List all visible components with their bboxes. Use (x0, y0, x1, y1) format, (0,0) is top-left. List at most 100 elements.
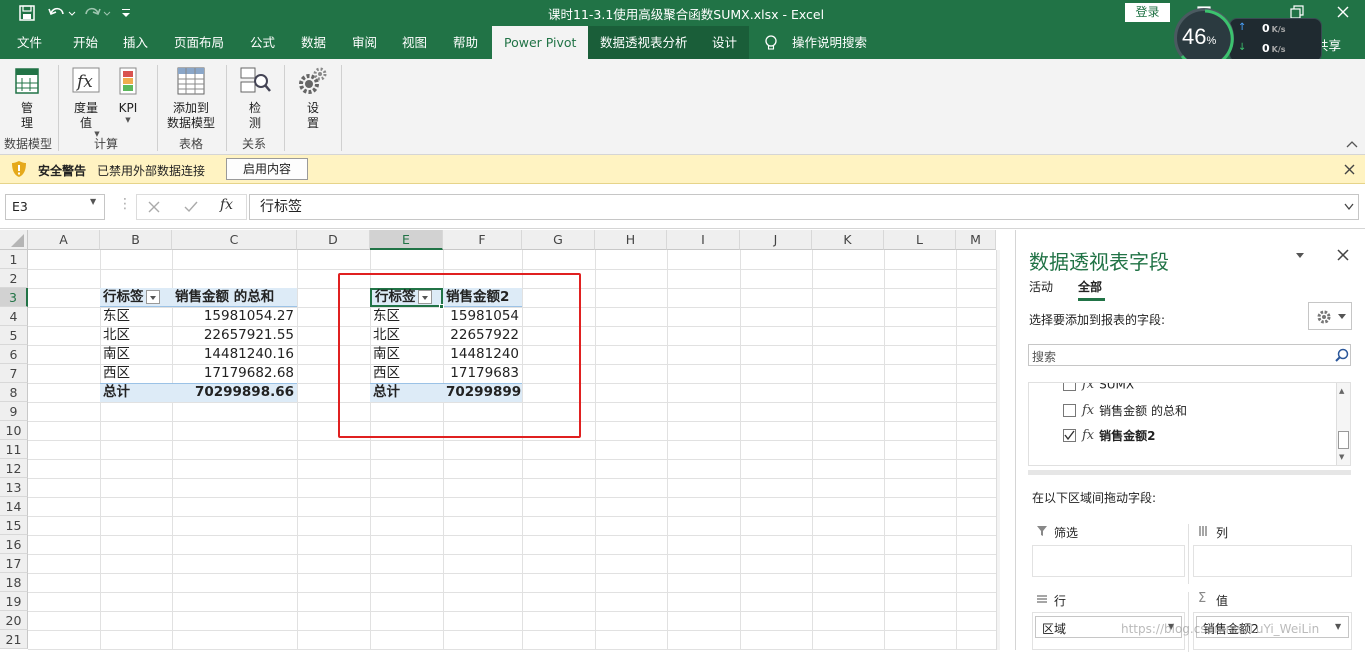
pane-options-icon[interactable] (1295, 252, 1305, 260)
pivot1-row-label[interactable]: 东区 (100, 307, 172, 326)
pivot1-row-value[interactable]: 15981054.27 (172, 307, 297, 326)
filter-dropdown-icon[interactable] (145, 290, 160, 304)
row-header-8[interactable]: 8 (0, 383, 28, 402)
login-button[interactable]: 登录 (1125, 3, 1170, 22)
values-field-dropdown-icon[interactable]: ▼ (1335, 622, 1341, 631)
scroll-up-icon[interactable]: ▲ (1339, 387, 1344, 395)
column-header-c[interactable]: C (172, 230, 297, 250)
row-header-16[interactable]: 16 (0, 535, 28, 554)
vertical-scrollbar[interactable] (996, 250, 1000, 650)
field-search-input[interactable]: 搜索 (1028, 344, 1351, 366)
close-warning-icon[interactable] (1344, 164, 1355, 175)
row-header-7[interactable]: 7 (0, 364, 28, 383)
field-list-scrollbar[interactable]: ▲ ▼ (1336, 383, 1350, 465)
column-header-i[interactable]: I (667, 230, 740, 250)
insert-function-icon[interactable]: fx (220, 197, 233, 213)
manage-button[interactable]: 管 理 (6, 65, 48, 131)
row-header-17[interactable]: 17 (0, 554, 28, 573)
formula-input[interactable]: 行标签 (249, 194, 1359, 220)
pivot1-row-header[interactable]: 行标签 (100, 288, 172, 307)
column-header-f[interactable]: F (443, 230, 522, 250)
collapse-ribbon-icon[interactable] (1346, 139, 1358, 149)
enable-content-button[interactable]: 启用内容 (226, 158, 308, 180)
column-header-a[interactable]: A (28, 230, 100, 250)
cancel-entry-icon[interactable] (148, 201, 160, 213)
tab-formulas[interactable]: 公式 (248, 26, 277, 59)
pivot1-row-value[interactable]: 22657921.55 (172, 326, 297, 345)
add-to-data-model-button[interactable]: 添加到 数据模型 (162, 65, 220, 131)
column-header-j[interactable]: J (740, 230, 812, 250)
filters-drop-zone[interactable] (1032, 545, 1185, 577)
row-header-20[interactable]: 20 (0, 611, 28, 630)
row-header-18[interactable]: 18 (0, 573, 28, 592)
tab-review[interactable]: 审阅 (350, 26, 379, 59)
row-header-15[interactable]: 15 (0, 516, 28, 535)
field-list-settings-button[interactable] (1308, 302, 1352, 330)
pivot1-row-label[interactable]: 北区 (100, 326, 172, 345)
worksheet-grid[interactable]: ABCDEFGHIJKLM 1 2 3 4 5 6 7 8 9 10 11 12 13 14 15 16 17 1… (0, 230, 1000, 650)
tab-design[interactable]: 设计 (700, 26, 750, 59)
pivot1-row-label[interactable]: 西区 (100, 364, 172, 383)
kpi-button[interactable]: KPI ▼ (110, 65, 146, 124)
column-header-h[interactable]: H (595, 230, 667, 250)
tab-data[interactable]: 数据 (299, 26, 328, 59)
field-list[interactable]: fx SUMX fx 销售金额 的总和 fx 销售金额2 ▲ ▼ (1028, 382, 1351, 466)
field-item[interactable]: fx 销售金额 的总和 (1063, 402, 1187, 422)
column-header-e[interactable]: E (370, 230, 443, 250)
customize-quick-access-icon[interactable] (121, 7, 131, 19)
row-header-12[interactable]: 12 (0, 459, 28, 478)
scroll-down-icon[interactable]: ▼ (1339, 453, 1344, 461)
row-header-11[interactable]: 11 (0, 440, 28, 459)
tab-home[interactable]: 开始 (71, 26, 100, 59)
columns-drop-zone[interactable] (1193, 545, 1352, 577)
column-header-g[interactable]: G (522, 230, 595, 250)
measures-button[interactable]: fx 度量 值 ▼ (66, 65, 106, 138)
field-list-scroll-thumb[interactable] (1338, 431, 1349, 449)
tab-view[interactable]: 视图 (400, 26, 429, 59)
pivot1-total-label[interactable]: 总计 (100, 383, 172, 402)
expand-formula-icon[interactable] (1344, 203, 1354, 211)
field-checkbox[interactable] (1063, 383, 1076, 391)
detect-relationships-button[interactable]: 检 测 (232, 65, 278, 131)
row-header-21[interactable]: 21 (0, 630, 28, 649)
pivot1-value-header[interactable]: 销售金额 的总和 (172, 288, 297, 307)
field-item[interactable]: fx 销售金额2 (1063, 427, 1156, 447)
column-header-m[interactable]: M (956, 230, 996, 250)
undo-icon[interactable] (48, 5, 76, 21)
row-header-10[interactable]: 10 (0, 421, 28, 440)
row-header-6[interactable]: 6 (0, 345, 28, 364)
row-header-3[interactable]: 3 (0, 288, 28, 307)
row-header-5[interactable]: 5 (0, 326, 28, 345)
row-header-2[interactable]: 2 (0, 269, 28, 288)
field-checkbox[interactable] (1063, 429, 1076, 442)
tab-active-fields[interactable]: 活动 (1029, 278, 1053, 295)
pivot1-row-value[interactable]: 14481240.16 (172, 345, 297, 364)
tell-me-search[interactable]: 操作说明搜索 (790, 26, 869, 59)
field-checkbox[interactable] (1063, 404, 1076, 417)
close-window-icon[interactable] (1336, 5, 1350, 19)
save-icon[interactable] (19, 5, 35, 21)
row-header-9[interactable]: 9 (0, 402, 28, 421)
column-header-k[interactable]: K (812, 230, 884, 250)
column-header-l[interactable]: L (884, 230, 956, 250)
row-header-1[interactable]: 1 (0, 250, 28, 269)
pivot1-row-value[interactable]: 17179682.68 (172, 364, 297, 383)
name-box-dropdown-icon[interactable]: ▼ (90, 197, 96, 206)
column-header-d[interactable]: D (297, 230, 370, 250)
tab-insert[interactable]: 插入 (121, 26, 150, 59)
row-header-13[interactable]: 13 (0, 478, 28, 497)
redo-icon[interactable] (85, 5, 113, 21)
select-all-corner[interactable] (0, 230, 28, 250)
pivot1-total-value[interactable]: 70299898.66 (172, 383, 297, 402)
confirm-entry-icon[interactable] (184, 201, 198, 213)
row-header-4[interactable]: 4 (0, 307, 28, 326)
tab-page-layout[interactable]: 页面布局 (172, 26, 226, 59)
close-pane-icon[interactable] (1337, 249, 1349, 261)
tab-all-fields[interactable]: 全部 (1078, 278, 1102, 295)
tab-file[interactable]: 文件 (15, 26, 44, 59)
settings-button[interactable]: 设 置 (290, 65, 336, 131)
field-item[interactable]: fx SUMX (1063, 383, 1134, 397)
row-header-14[interactable]: 14 (0, 497, 28, 516)
column-header-b[interactable]: B (100, 230, 172, 250)
tab-pivot-analyze[interactable]: 数据透视表分析 (588, 26, 700, 59)
